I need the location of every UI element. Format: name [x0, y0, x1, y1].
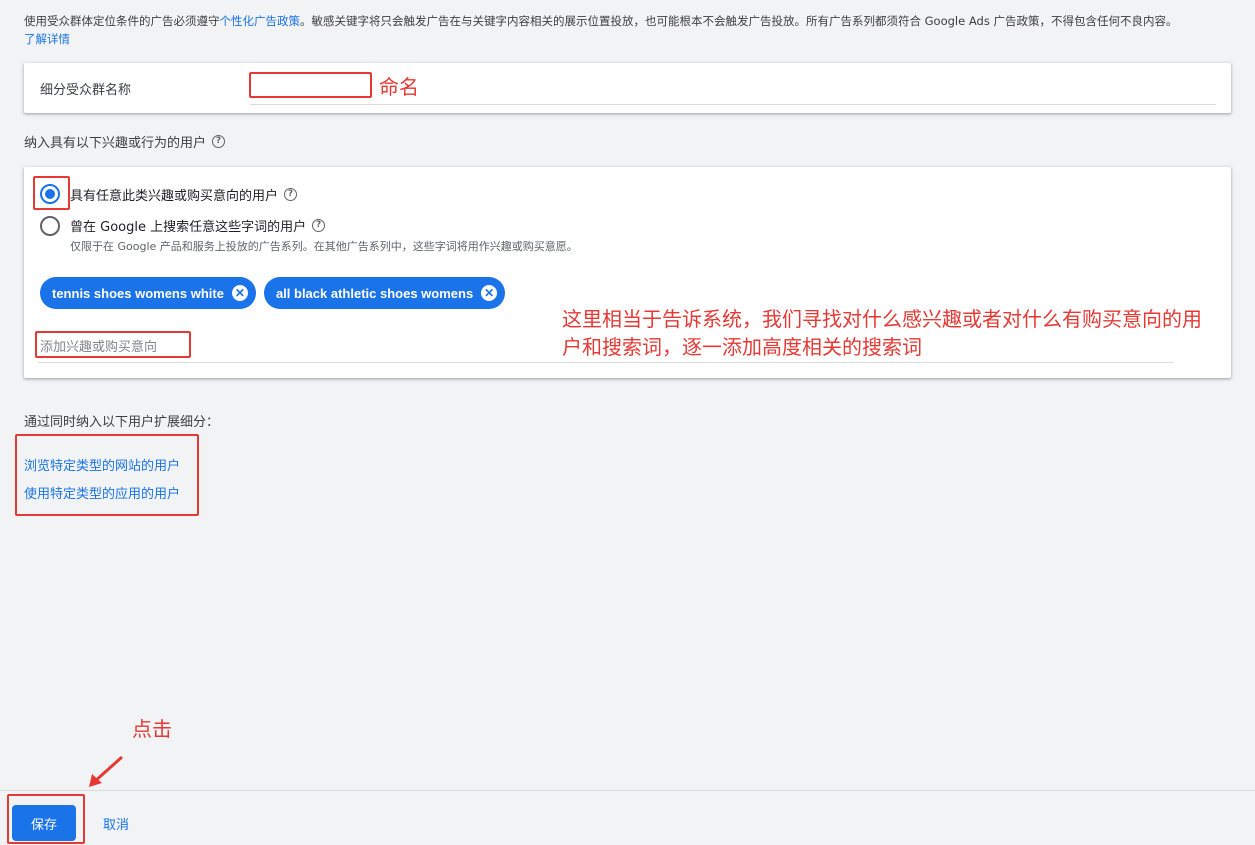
help-icon[interactable]: ?: [212, 135, 225, 148]
close-icon[interactable]: ✕: [481, 285, 497, 301]
annotation-interest-note: 这里相当于告诉系统，我们寻找对什么感兴趣或者对什么有购买意向的用 户和搜索词，逐…: [562, 305, 1202, 361]
personalized-ads-policy-link[interactable]: 个性化广告政策: [220, 14, 301, 28]
annotation-name-note: 命名: [379, 71, 419, 100]
annotation-interest-line2: 户和搜索词，逐一添加高度相关的搜索词: [562, 333, 1202, 361]
annotation-interest-line1: 这里相当于告诉系统，我们寻找对什么感兴趣或者对什么有购买意向的用: [562, 305, 1202, 333]
option-any-interest[interactable]: 具有任意此类兴趣或购买意向的用户 ?: [40, 184, 297, 204]
option-searched-terms-sublabel: 仅限于在 Google 产品和服务上投放的广告系列。在其他广告系列中，这些字词将…: [70, 238, 578, 254]
annotation-click-note: 点击: [132, 713, 172, 742]
annotation-box-expand-links: [15, 434, 199, 516]
include-section-title: 纳入具有以下兴趣或行为的用户 ?: [24, 132, 225, 151]
notice-text-before: 使用受众群体定位条件的广告必须遵守: [24, 14, 220, 28]
option-searched-terms-label: 曾在 Google 上搜索任意这些字词的用户: [70, 216, 306, 235]
help-icon[interactable]: ?: [284, 188, 297, 201]
policy-notice: 使用受众群体定位条件的广告必须遵守个性化广告政策。敏感关键字将只会触发广告在与关…: [24, 12, 1234, 48]
websites-users-link[interactable]: 浏览特定类型的网站的用户: [24, 455, 180, 474]
option-searched-terms[interactable]: 曾在 Google 上搜索任意这些字词的用户 ? 仅限于在 Google 产品和…: [40, 216, 578, 254]
include-section-title-text: 纳入具有以下兴趣或行为的用户: [24, 132, 206, 151]
cancel-button[interactable]: 取消: [92, 805, 140, 841]
interest-chip[interactable]: tennis shoes womens white ✕: [40, 277, 256, 309]
chip-list: tennis shoes womens white ✕ all black at…: [40, 277, 505, 309]
expand-section-title: 通过同时纳入以下用户扩展细分：: [24, 411, 219, 430]
option-any-interest-label: 具有任意此类兴趣或购买意向的用户: [70, 185, 278, 204]
chip-label: tennis shoes womens white: [52, 286, 224, 301]
segment-name-card: 细分受众群名称: [24, 63, 1231, 113]
footer-bar: 保存 取消: [0, 790, 1255, 845]
help-icon[interactable]: ?: [312, 219, 325, 232]
notice-text-after: 。敏感关键字将只会触发广告在与关键字内容相关的展示位置投放，也可能根本不会触发广…: [300, 14, 1177, 28]
close-icon[interactable]: ✕: [232, 285, 248, 301]
chip-label: all black athletic shoes womens: [276, 286, 473, 301]
learn-more-link[interactable]: 了解详情: [24, 32, 70, 46]
segment-name-label: 细分受众群名称: [40, 79, 131, 98]
apps-users-link[interactable]: 使用特定类型的应用的用户: [24, 483, 180, 502]
annotation-arrow-icon: [86, 754, 126, 788]
save-button[interactable]: 保存: [12, 805, 76, 841]
radio-any-interest[interactable]: [40, 184, 60, 204]
radio-searched-terms[interactable]: [40, 216, 60, 236]
interest-chip[interactable]: all black athletic shoes womens ✕: [264, 277, 505, 309]
